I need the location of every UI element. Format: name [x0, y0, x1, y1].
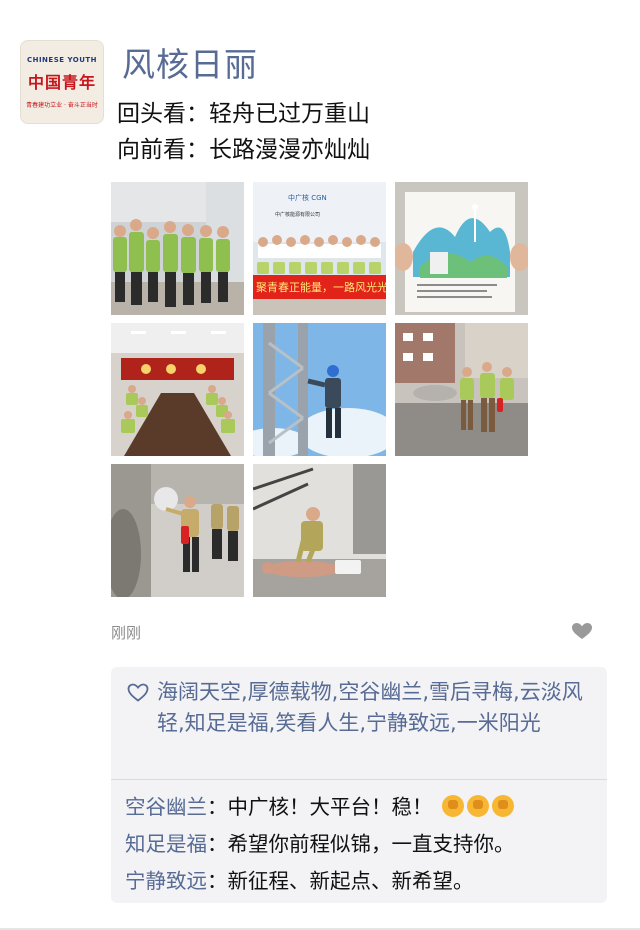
comment-list: 空谷幽兰：中广核！大平台！稳！ 知足是福：希望你前程似锦，一直支持你。 宁静致远…	[125, 789, 515, 900]
photo-drawing[interactable]	[395, 182, 528, 315]
comment-text: 希望你前程似锦，一直支持你。	[227, 832, 515, 856]
avatar-brand-cn: 中国青年	[27, 72, 96, 92]
avatar-brand-en: CHINESE YOUTH	[26, 55, 98, 64]
comment-item[interactable]: 知足是福：希望你前程似锦，一直支持你。	[125, 826, 515, 863]
banner-caption: 聚青春正能量，一路风光光	[256, 280, 386, 294]
divider	[111, 779, 607, 780]
post-time: 刚刚	[111, 624, 142, 642]
photo-cpr-training[interactable]	[253, 464, 386, 597]
post-text: 回头看：轻舟已过万重山 向前看：长路漫漫亦灿灿	[117, 96, 370, 168]
fist-emoji-icon	[442, 795, 465, 817]
like-icon	[127, 677, 157, 739]
avatar-slogan: 青春建功立业 · 奋斗正当时	[26, 101, 98, 109]
photo-meeting-room[interactable]	[111, 323, 244, 456]
comment-author[interactable]: 宁静致远	[125, 869, 207, 893]
comment-colon: ：	[207, 795, 228, 819]
author-name[interactable]: 风核日丽	[122, 38, 258, 86]
fist-emoji-icon	[492, 795, 515, 817]
comment-colon: ：	[207, 832, 228, 856]
interaction-panel: 海阔天空,厚德载物,空谷幽兰,雪后寻梅,云淡风轻,知足是福,笑看人生,宁静致远,…	[111, 667, 607, 903]
photo-group-standing[interactable]	[111, 182, 244, 315]
fist-emoji-icon	[467, 795, 490, 817]
photo-tower-climb[interactable]	[253, 323, 386, 456]
comment-text: 新征程、新起点、新希望。	[227, 869, 474, 893]
comment-author[interactable]: 知足是福	[125, 832, 207, 856]
comment-item[interactable]: 宁静致远：新征程、新起点、新希望。	[125, 863, 515, 900]
comment-item[interactable]: 空谷幽兰：中广核！大平台！稳！	[125, 789, 515, 826]
photo-grid: 中广核 CGN 中广核能源有限公司 聚青春正能量，一路风光光	[111, 182, 529, 598]
photo-extinguisher-drill[interactable]	[395, 323, 528, 456]
likes-row: 海阔天空,厚德载物,空谷幽兰,雪后寻梅,云淡风轻,知足是福,笑看人生,宁静致远,…	[127, 677, 597, 739]
photo-banner-group[interactable]: 中广核 CGN 中广核能源有限公司 聚青春正能量，一路风光光	[253, 182, 386, 315]
more-options-button[interactable]	[570, 621, 594, 641]
likes-names[interactable]: 海阔天空,厚德载物,空谷幽兰,雪后寻梅,云淡风轻,知足是福,笑看人生,宁静致远,…	[157, 677, 597, 739]
svg-text:中广核 CGN: 中广核 CGN	[288, 193, 327, 202]
comment-colon: ：	[207, 869, 228, 893]
comment-author[interactable]: 空谷幽兰	[125, 795, 207, 819]
post-line: 向前看：长路漫漫亦灿灿	[117, 137, 370, 163]
post-line: 回头看：轻舟已过万重山	[117, 101, 370, 127]
photo-fire-training[interactable]	[111, 464, 244, 597]
svg-text:中广核能源有限公司: 中广核能源有限公司	[275, 211, 320, 218]
avatar[interactable]: CHINESE YOUTH 中国青年 青春建功立业 · 奋斗正当时	[20, 40, 104, 124]
heart-icon	[572, 623, 592, 639]
comment-text: 中广核！大平台！稳！	[227, 795, 433, 819]
